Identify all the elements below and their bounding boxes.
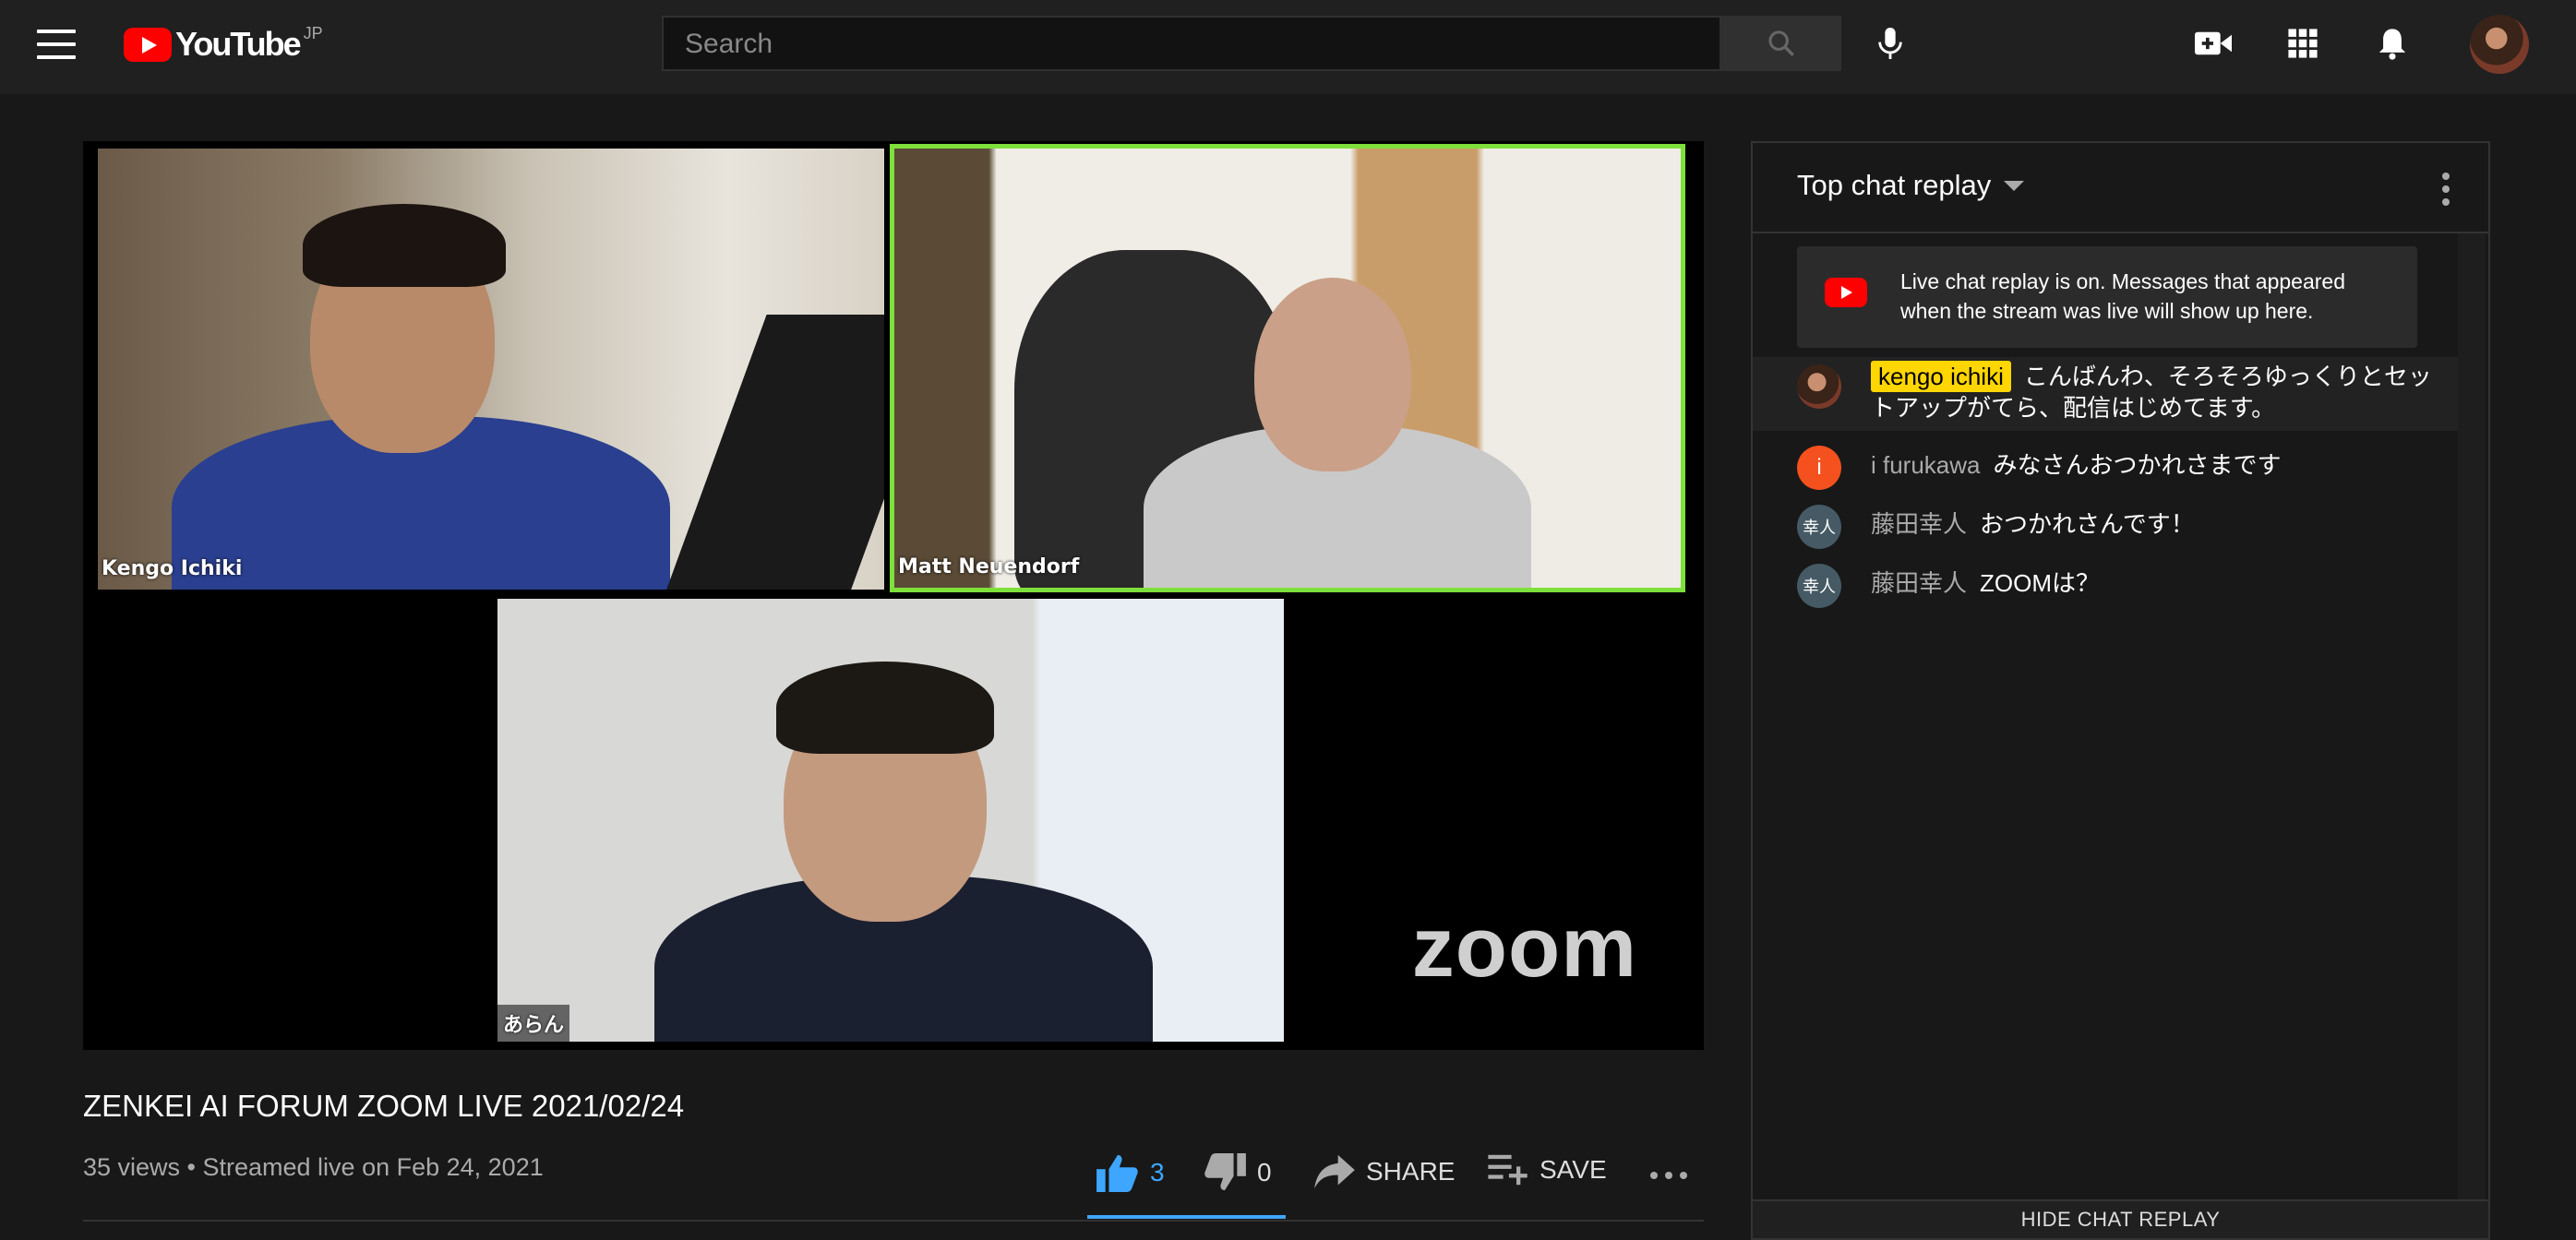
voice-search-button[interactable] [1863, 16, 1918, 71]
menu-icon[interactable] [37, 30, 76, 61]
chat-author-owner-badge[interactable]: kengo ichiki [1871, 361, 2011, 392]
chat-author-avatar[interactable]: 幸人 [1797, 505, 1841, 549]
chat-message-body: kengo ichiki こんばんわ、そろそろゆっくりとセットアップがてら、配信は… [1871, 361, 2443, 423]
chat-author-avatar[interactable]: i [1797, 446, 1841, 490]
search-button[interactable] [1721, 16, 1841, 71]
thumbs-down-icon [1204, 1153, 1246, 1191]
chat-author-name[interactable]: 藤田幸人 [1871, 569, 1967, 597]
chat-message-body: i furukawa みなさんおつかれさまです [1871, 449, 2443, 481]
participant-name: Matt Neuendorf [898, 555, 1080, 578]
chat-author-avatar[interactable] [1797, 364, 1841, 409]
video-meta: 35 views • Streamed live on Feb 24, 2021 [83, 1153, 544, 1181]
bell-icon [2378, 29, 2406, 60]
search-icon [1768, 30, 1794, 56]
chat-mode-dropdown[interactable]: Top chat replay [1797, 169, 2025, 202]
participant-tile-matt: Matt Neuendorf [890, 144, 1685, 592]
logo-region: JP [303, 24, 323, 42]
chat-author-name[interactable]: i furukawa [1871, 451, 1981, 479]
youtube-play-icon [124, 27, 172, 62]
chat-scrollbar[interactable] [2458, 233, 2486, 1202]
share-button[interactable]: SHARE [1314, 1153, 1455, 1190]
share-label: SHARE [1366, 1157, 1456, 1186]
thumbs-up-icon [1096, 1154, 1138, 1192]
participant-name: あらん [497, 1005, 570, 1042]
mic-icon [1878, 28, 1902, 59]
save-label: SAVE [1540, 1155, 1607, 1184]
hide-chat-replay-button[interactable]: HIDE CHAT REPLAY [1753, 1199, 2488, 1238]
account-avatar[interactable] [2470, 15, 2529, 74]
participant-hair [776, 662, 994, 754]
chat-replay-notice-text: Live chat replay is on. Messages that ap… [1900, 269, 2346, 323]
chat-author-avatar[interactable]: 幸人 [1797, 564, 1841, 608]
video-camera-plus-icon [2195, 31, 2232, 55]
chat-header: Top chat replay [1753, 143, 2488, 233]
playlist-add-icon [1488, 1154, 1528, 1186]
chat-message: 幸人 藤田幸人 おつかれさんです！ [1753, 501, 2458, 553]
participant-face [1254, 278, 1411, 471]
sentiment-bar [1087, 1215, 1286, 1219]
apps-grid-icon [2288, 29, 2318, 58]
save-button[interactable]: SAVE [1488, 1153, 1607, 1186]
chat-more-button[interactable] [2440, 171, 2451, 208]
zoom-watermark: zoom [1411, 900, 1637, 995]
notifications-button[interactable] [2365, 16, 2420, 71]
info-divider [83, 1220, 1704, 1222]
video-title: ZENKEI AI FORUM ZOOM LIVE 2021/02/24 [83, 1089, 685, 1123]
youtube-icon [1825, 278, 1867, 307]
participant-hair [303, 204, 506, 287]
live-chat-panel: Top chat replay Live chat replay is on. … [1751, 141, 2490, 1240]
piano [665, 315, 884, 590]
more-horizontal-icon [1650, 1172, 1687, 1179]
chat-message: 幸人 藤田幸人 ZOOMは？ [1753, 560, 2458, 612]
dislike-button[interactable]: 0 [1204, 1153, 1272, 1192]
chat-replay-notice: Live chat replay is on. Messages that ap… [1797, 246, 2417, 348]
logo-text: YouTube [175, 25, 302, 63]
search-input[interactable] [683, 18, 1702, 71]
create-button[interactable] [2186, 16, 2241, 71]
like-count: 3 [1150, 1158, 1165, 1186]
more-vertical-icon [2442, 173, 2450, 206]
apps-button[interactable] [2275, 16, 2330, 71]
chat-message-body: 藤田幸人 ZOOMは？ [1871, 567, 2443, 599]
participant-name: Kengo Ichiki [102, 557, 243, 580]
more-actions-button[interactable] [1648, 1164, 1689, 1186]
chat-message-text: ZOOMは？ [1980, 569, 2101, 597]
chat-message-body: 藤田幸人 おつかれさんです！ [1871, 508, 2443, 540]
chat-message: kengo ichiki こんばんわ、そろそろゆっくりとセットアップがてら、配信は… [1753, 357, 2458, 431]
like-button[interactable]: 3 [1096, 1153, 1165, 1192]
chat-message-text: みなさんおつかれさまです [1993, 451, 2282, 479]
chat-message-text: おつかれさんです！ [1980, 510, 2195, 538]
chat-title: Top chat replay [1797, 169, 1992, 201]
chat-message: i i furukawa みなさんおつかれさまです [1753, 442, 2458, 494]
chat-author-name[interactable]: 藤田幸人 [1871, 510, 1967, 538]
participant-tile-kengo: Kengo Ichiki [98, 149, 884, 590]
video-player[interactable]: Kengo Ichiki Matt Neuendorf あらん zoom [83, 141, 1704, 1050]
caret-down-icon [2004, 181, 2025, 191]
dislike-count: 0 [1257, 1158, 1272, 1186]
share-icon [1314, 1154, 1355, 1189]
youtube-logo[interactable]: YouTube JP [124, 22, 323, 66]
participant-tile-alan: あらん [497, 599, 1284, 1042]
masthead: YouTube JP [0, 0, 2576, 94]
